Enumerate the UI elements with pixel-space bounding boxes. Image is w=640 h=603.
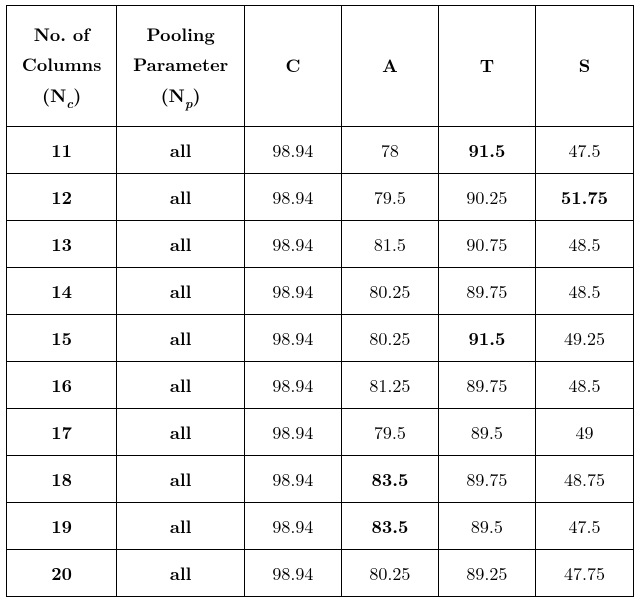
cell-a: 79.5 — [341, 409, 438, 456]
table-row: 16all98.9481.2589.7548.5 — [7, 362, 634, 409]
header-nc-paren-open: (N — [42, 83, 66, 108]
cell-a: 81.5 — [341, 221, 438, 268]
cell-a: 81.25 — [341, 362, 438, 409]
header-nc-paren-close: ) — [73, 83, 81, 108]
cell-nc: 14 — [7, 268, 117, 315]
header-np-line1: Pooling — [147, 22, 215, 47]
cell-t: 89.75 — [438, 362, 535, 409]
header-np-line2: Parameter — [133, 52, 228, 77]
cell-s: 47.75 — [535, 550, 633, 597]
cell-np: all — [117, 409, 245, 456]
cell-a: 80.25 — [341, 550, 438, 597]
cell-c: 98.94 — [244, 221, 341, 268]
cell-np: all — [117, 221, 245, 268]
header-row: No. of Columns (Nc) Pooling Parameter (N… — [7, 6, 634, 127]
header-np-sub: p — [185, 93, 193, 112]
cell-np: all — [117, 456, 245, 503]
cell-t: 91.5 — [438, 315, 535, 362]
cell-s: 49 — [535, 409, 633, 456]
cell-a: 83.5 — [341, 503, 438, 550]
header-np: Pooling Parameter (Np) — [117, 6, 245, 127]
table-row: 20all98.9480.2589.2547.75 — [7, 550, 634, 597]
cell-s: 47.5 — [535, 503, 633, 550]
table-row: 19all98.9483.589.547.5 — [7, 503, 634, 550]
cell-a: 83.5 — [341, 456, 438, 503]
cell-t: 91.5 — [438, 127, 535, 174]
cell-t: 90.75 — [438, 221, 535, 268]
cell-np: all — [117, 127, 245, 174]
cell-c: 98.94 — [244, 268, 341, 315]
cell-t: 89.5 — [438, 409, 535, 456]
header-np-paren-open: (N — [161, 83, 185, 108]
table-row: 11all98.947891.547.5 — [7, 127, 634, 174]
header-nc-sub: c — [66, 93, 73, 112]
cell-s: 48.75 — [535, 456, 633, 503]
cell-c: 98.94 — [244, 127, 341, 174]
cell-nc: 15 — [7, 315, 117, 362]
cell-s: 47.5 — [535, 127, 633, 174]
header-a: A — [341, 6, 438, 127]
cell-a: 80.25 — [341, 315, 438, 362]
cell-a: 79.5 — [341, 174, 438, 221]
cell-np: all — [117, 503, 245, 550]
cell-c: 98.94 — [244, 550, 341, 597]
table-row: 15all98.9480.2591.549.25 — [7, 315, 634, 362]
page: No. of Columns (Nc) Pooling Parameter (N… — [0, 0, 640, 603]
cell-np: all — [117, 550, 245, 597]
cell-t: 90.25 — [438, 174, 535, 221]
cell-c: 98.94 — [244, 315, 341, 362]
table-row: 13all98.9481.590.7548.5 — [7, 221, 634, 268]
cell-c: 98.94 — [244, 409, 341, 456]
cell-s: 48.5 — [535, 221, 633, 268]
cell-c: 98.94 — [244, 503, 341, 550]
cell-c: 98.94 — [244, 174, 341, 221]
cell-np: all — [117, 174, 245, 221]
cell-nc: 16 — [7, 362, 117, 409]
cell-a: 80.25 — [341, 268, 438, 315]
cell-c: 98.94 — [244, 456, 341, 503]
header-c: C — [244, 6, 341, 127]
cell-t: 89.75 — [438, 456, 535, 503]
header-t: T — [438, 6, 535, 127]
cell-nc: 17 — [7, 409, 117, 456]
cell-np: all — [117, 362, 245, 409]
cell-nc: 19 — [7, 503, 117, 550]
cell-c: 98.94 — [244, 362, 341, 409]
cell-s: 48.5 — [535, 268, 633, 315]
table-row: 12all98.9479.590.2551.75 — [7, 174, 634, 221]
header-nc: No. of Columns (Nc) — [7, 6, 117, 127]
results-table: No. of Columns (Nc) Pooling Parameter (N… — [6, 5, 634, 597]
header-s: S — [535, 6, 633, 127]
cell-s: 51.75 — [535, 174, 633, 221]
table-row: 18all98.9483.589.7548.75 — [7, 456, 634, 503]
cell-nc: 20 — [7, 550, 117, 597]
cell-nc: 11 — [7, 127, 117, 174]
cell-a: 78 — [341, 127, 438, 174]
cell-np: all — [117, 315, 245, 362]
cell-np: all — [117, 268, 245, 315]
cell-nc: 18 — [7, 456, 117, 503]
cell-t: 89.25 — [438, 550, 535, 597]
cell-nc: 13 — [7, 221, 117, 268]
header-nc-line2: Columns — [22, 52, 101, 77]
cell-nc: 12 — [7, 174, 117, 221]
cell-t: 89.5 — [438, 503, 535, 550]
table-row: 17all98.9479.589.549 — [7, 409, 634, 456]
table-row: 14all98.9480.2589.7548.5 — [7, 268, 634, 315]
cell-t: 89.75 — [438, 268, 535, 315]
header-np-paren-close: ) — [193, 83, 201, 108]
cell-s: 49.25 — [535, 315, 633, 362]
header-nc-line1: No. of — [34, 22, 90, 47]
cell-s: 48.5 — [535, 362, 633, 409]
